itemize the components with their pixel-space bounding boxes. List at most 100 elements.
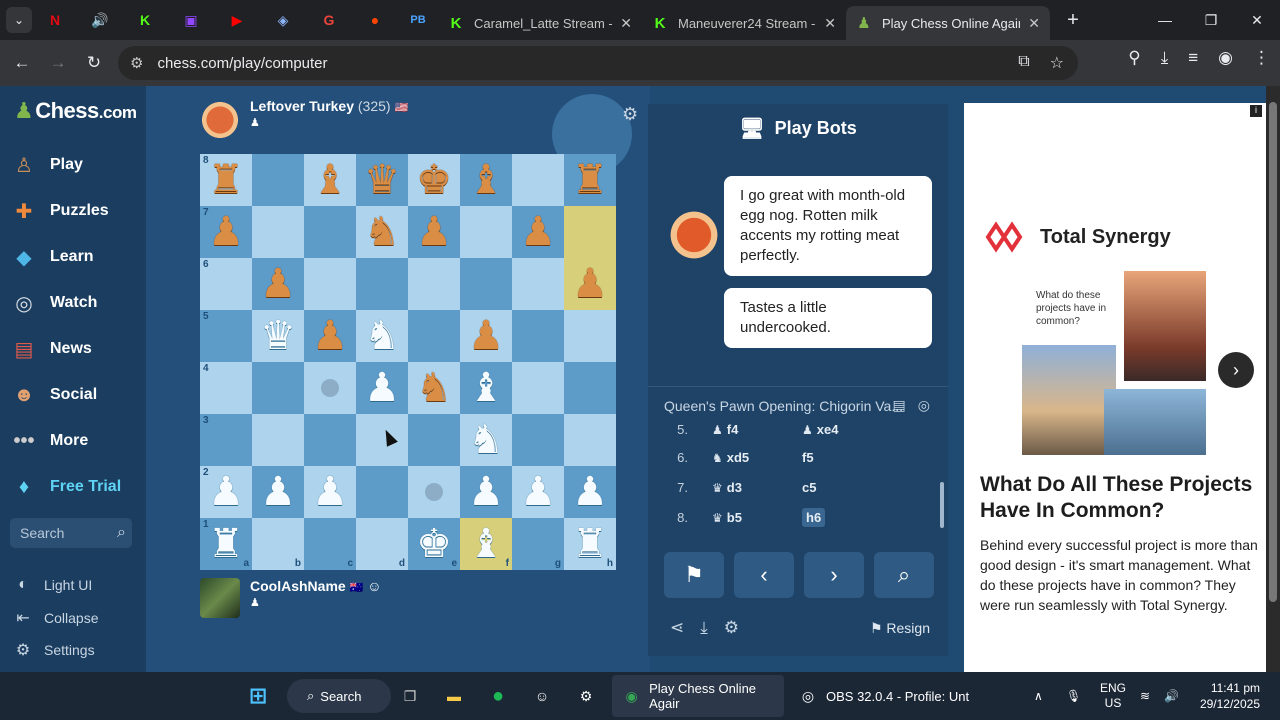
- white-piece[interactable]: ♟: [208, 472, 244, 512]
- file-explorer-button[interactable]: ▬: [442, 672, 466, 720]
- square-e8[interactable]: ♚: [408, 154, 460, 206]
- square-c1[interactable]: c: [304, 518, 356, 570]
- square-c2[interactable]: ♟: [304, 466, 356, 518]
- white-piece[interactable]: ♟: [260, 472, 296, 512]
- square-a5[interactable]: 5: [200, 310, 252, 362]
- white-piece[interactable]: ♟: [572, 472, 608, 512]
- white-move[interactable]: ♟ f4: [712, 424, 802, 437]
- back-button[interactable]: ←: [4, 45, 40, 81]
- square-b6[interactable]: ♟: [252, 258, 304, 310]
- square-e4[interactable]: ♞: [408, 362, 460, 414]
- square-d8[interactable]: ♛: [356, 154, 408, 206]
- square-d3[interactable]: [356, 414, 408, 466]
- close-window-icon[interactable]: ✕: [1234, 0, 1280, 40]
- close-icon[interactable]: ✕: [1028, 15, 1040, 32]
- black-piece[interactable]: ♜: [208, 160, 244, 200]
- opening-name[interactable]: Queen's Pawn Opening: Chigorin Va... ▤ ◎: [648, 386, 948, 424]
- square-b8[interactable]: [252, 154, 304, 206]
- square-e3[interactable]: [408, 414, 460, 466]
- sidebar-item-play[interactable]: ♙ Play: [10, 152, 83, 178]
- move-list[interactable]: 5. ♟ f4 ♟ xe4 6. ♞ xd5 f5 7. ♛ d3 c5 8. ♛ b5 h6: [648, 424, 948, 528]
- white-piece[interactable]: ♞: [364, 316, 400, 356]
- white-piece[interactable]: ♞: [468, 420, 504, 460]
- wifi-icon[interactable]: ≋: [1140, 672, 1150, 720]
- square-c6[interactable]: [304, 258, 356, 310]
- pinned-tab-g[interactable]: G: [306, 0, 352, 40]
- square-a7[interactable]: 7 ♟: [200, 206, 252, 258]
- sidebar-item-free-trial[interactable]: ♦ Free Trial: [10, 474, 121, 500]
- tab-maneuverer[interactable]: K Maneuverer24 Stream - V ✕: [642, 6, 846, 40]
- tray-overflow-icon[interactable]: ∧: [1034, 672, 1043, 720]
- square-a8[interactable]: 8 ♜: [200, 154, 252, 206]
- square-e2[interactable]: [408, 466, 460, 518]
- install-app-icon[interactable]: ⧉: [1018, 53, 1029, 73]
- square-g1[interactable]: g: [512, 518, 564, 570]
- pinned-tab-shield[interactable]: ◈: [260, 0, 306, 40]
- sidebar-item-learn[interactable]: ◆ Learn: [10, 244, 93, 270]
- square-f6[interactable]: [460, 258, 512, 310]
- next-move-button[interactable]: ›: [804, 552, 864, 598]
- square-b2[interactable]: ♟: [252, 466, 304, 518]
- black-piece[interactable]: ♞: [364, 212, 400, 252]
- black-piece[interactable]: ♝: [468, 160, 504, 200]
- square-c5[interactable]: ♟: [304, 310, 356, 362]
- media-control-icon[interactable]: ≡: [1188, 48, 1198, 68]
- square-c7[interactable]: [304, 206, 356, 258]
- profile-icon[interactable]: ◉: [1218, 48, 1233, 68]
- square-a3[interactable]: 3: [200, 414, 252, 466]
- clock[interactable]: 11:41 pm 29/12/2025: [1196, 672, 1260, 720]
- square-b7[interactable]: [252, 206, 304, 258]
- ad-info-icon[interactable]: i: [1250, 105, 1262, 117]
- square-c4[interactable]: [304, 362, 356, 414]
- board-settings-icon[interactable]: ⚙: [622, 104, 638, 125]
- pinned-tab-netflix[interactable]: N: [32, 0, 78, 40]
- menu-icon[interactable]: ⋮: [1253, 48, 1270, 68]
- square-e5[interactable]: [408, 310, 460, 362]
- task-view-button[interactable]: ❐: [398, 672, 422, 720]
- square-a1[interactable]: 1 a ♜: [200, 518, 252, 570]
- light-ui-toggle[interactable]: ◐ Light UI: [12, 576, 92, 594]
- obs-taskbar-item[interactable]: ◎ OBS 32.0.4 - Profile: Unt: [796, 672, 969, 720]
- discord-button[interactable]: ☺: [530, 672, 554, 720]
- square-f5[interactable]: ♟: [460, 310, 512, 362]
- start-button[interactable]: ⊞: [246, 672, 270, 720]
- white-piece[interactable]: ♝: [468, 368, 504, 408]
- black-piece[interactable]: ♟: [520, 212, 556, 252]
- move-list-scrollbar[interactable]: [940, 482, 944, 528]
- square-h6[interactable]: ♟: [564, 258, 616, 310]
- square-b5[interactable]: ♛: [252, 310, 304, 362]
- download-icon[interactable]: ⤓: [1161, 48, 1169, 68]
- pinned-tab-youtube[interactable]: ▶: [214, 0, 260, 40]
- black-piece[interactable]: ♝: [312, 160, 348, 200]
- square-d5[interactable]: ♞: [356, 310, 408, 362]
- square-d1[interactable]: d: [356, 518, 408, 570]
- top-player-name[interactable]: Leftover Turkey (325) 🇺🇸: [250, 98, 408, 114]
- sidebar-item-news[interactable]: ▤ News: [10, 336, 92, 362]
- explore-icon[interactable]: ◎: [918, 397, 930, 414]
- square-a4[interactable]: 4: [200, 362, 252, 414]
- white-move[interactable]: ♞ xd5: [712, 450, 802, 465]
- collapse-button[interactable]: ⇤ Collapse: [12, 608, 98, 628]
- black-piece[interactable]: ♟: [572, 264, 608, 304]
- pinned-tab-kick[interactable]: K: [122, 0, 168, 40]
- analysis-button[interactable]: ⌕: [874, 552, 934, 598]
- minimize-icon[interactable]: —: [1142, 0, 1188, 40]
- white-piece[interactable]: ♛: [260, 316, 296, 356]
- download-icon[interactable]: ⤓: [700, 618, 708, 638]
- square-a6[interactable]: 6: [200, 258, 252, 310]
- square-f2[interactable]: ♟: [460, 466, 512, 518]
- page-scrollbar[interactable]: [1266, 86, 1280, 672]
- black-piece[interactable]: ♚: [416, 160, 452, 200]
- chess-board[interactable]: 8 ♜ ♝ ♛ ♚ ♝ ♜ 7 ♟ ♞ ♟ ♟ 6 ♟ ♟ 5 ♛ ♟ ♞ ♟ 4 ♟ ♞ ♝ 3 ♞ 2 ♟ ♟ ♟ ♟ ♟ ♟ 1 a ♜ b c d e…: [200, 154, 616, 570]
- sidebar-item-social[interactable]: ☻ Social: [10, 382, 97, 408]
- microphone-icon[interactable]: 🎙: [1066, 672, 1081, 720]
- square-g8[interactable]: [512, 154, 564, 206]
- extensions-icon[interactable]: ⚲: [1128, 48, 1140, 68]
- tab-search-button[interactable]: ⌄: [6, 7, 32, 33]
- spotify-button[interactable]: ●: [486, 672, 510, 720]
- book-icon[interactable]: ▤: [893, 397, 906, 414]
- black-piece[interactable]: ♟: [416, 212, 452, 252]
- square-g5[interactable]: [512, 310, 564, 362]
- white-piece[interactable]: ♟: [520, 472, 556, 512]
- square-e1[interactable]: e ♚: [408, 518, 460, 570]
